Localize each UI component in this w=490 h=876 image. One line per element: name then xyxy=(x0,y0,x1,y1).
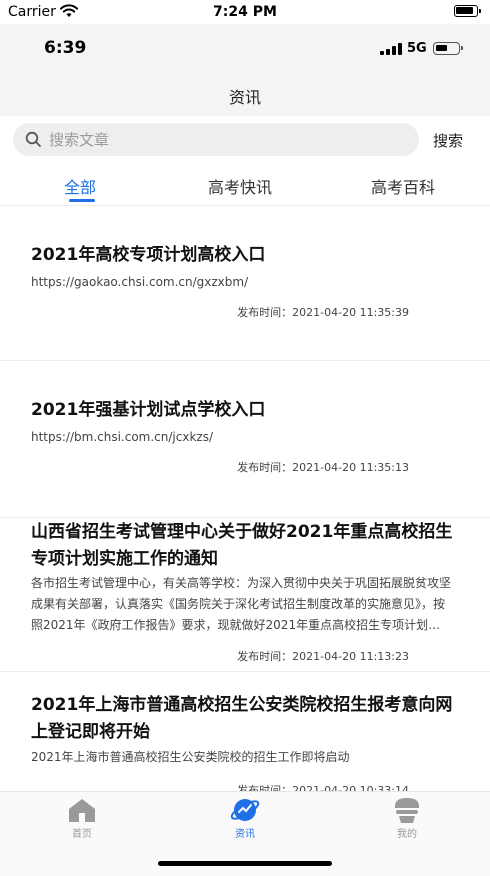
outer-clock: 7:24 PM xyxy=(213,4,277,20)
device-status-bar: 6:39 5G xyxy=(0,24,490,70)
news-icon xyxy=(230,799,260,821)
search-icon xyxy=(25,131,41,147)
article-summary: 各市招生考试管理中心，有关高等学校：为深入贯彻中央关于巩固拓展脱贫攻坚成果有关部… xyxy=(31,576,452,632)
search-bar: 搜索 xyxy=(0,116,490,164)
active-tab-indicator xyxy=(69,199,95,202)
signal-icon xyxy=(380,43,402,55)
article-date: 发布时间：2021-04-20 11:35:13 xyxy=(237,461,409,474)
profile-icon xyxy=(395,798,419,823)
home-icon xyxy=(69,799,95,822)
tabbar-profile-label: 我的 xyxy=(397,829,417,840)
article-date: 发布时间：2021-04-20 10:33:14 xyxy=(237,784,409,791)
article-title: 山西省招生考试管理中心关于做好2021年重点高校招生专项计划实施工作的通知 xyxy=(31,522,453,569)
category-tabs: 全部 高考快讯 高考百科 xyxy=(0,164,490,206)
outer-status-bar: Carrier 7:24 PM xyxy=(0,0,490,24)
article-item[interactable]: 2021年高校专项计划高校入口 https://gaokao.chsi.com.… xyxy=(0,206,490,361)
network-label: 5G xyxy=(407,41,427,56)
tab-all[interactable]: 全部 xyxy=(64,174,96,198)
tab-gaokao-encyclopedia[interactable]: 高考百科 xyxy=(371,174,435,198)
battery-icon xyxy=(454,5,481,17)
article-summary: https://bm.chsi.com.cn/jcxkzs/ xyxy=(31,430,214,444)
article-list: 2021年高校专项计划高校入口 https://gaokao.chsi.com.… xyxy=(0,206,490,791)
device-battery-icon xyxy=(433,42,463,55)
search-button[interactable]: 搜索 xyxy=(433,130,463,151)
article-date: 发布时间：2021-04-20 11:13:23 xyxy=(237,650,409,663)
tabbar-profile[interactable]: 我的 xyxy=(377,796,437,840)
article-summary: 2021年上海市普通高校招生公安类院校的招生工作即将启动 xyxy=(31,750,350,764)
tab-gaokao-news[interactable]: 高考快讯 xyxy=(208,174,272,198)
article-title: 2021年高校专项计划高校入口 xyxy=(31,245,266,265)
article-date: 发布时间：2021-04-20 11:35:39 xyxy=(237,306,409,319)
tabbar-home[interactable]: 首页 xyxy=(52,796,112,840)
tabbar-home-label: 首页 xyxy=(72,829,92,840)
article-summary: https://gaokao.chsi.com.cn/gxzxbm/ xyxy=(31,275,249,289)
article-item[interactable]: 2021年强基计划试点学校入口 https://bm.chsi.com.cn/j… xyxy=(0,361,490,518)
tabbar-news-label: 资讯 xyxy=(235,829,255,840)
article-item[interactable]: 2021年上海市普通高校招生公安类院校招生报考意向网上登记即将开始 2021年上… xyxy=(0,672,490,791)
search-input[interactable] xyxy=(49,123,409,156)
page-title: 资讯 xyxy=(228,88,261,107)
tabbar-news[interactable]: 资讯 xyxy=(215,796,275,840)
article-title: 2021年强基计划试点学校入口 xyxy=(31,400,266,420)
article-item[interactable]: 山西省招生考试管理中心关于做好2021年重点高校招生专项计划实施工作的通知 各市… xyxy=(0,518,490,672)
app-header: 6:39 5G 资讯 xyxy=(0,24,490,116)
home-indicator[interactable] xyxy=(158,861,332,866)
search-field[interactable] xyxy=(13,123,419,156)
article-title: 2021年上海市普通高校招生公安类院校招生报考意向网上登记即将开始 xyxy=(31,695,453,742)
device-clock: 6:39 xyxy=(44,38,87,58)
